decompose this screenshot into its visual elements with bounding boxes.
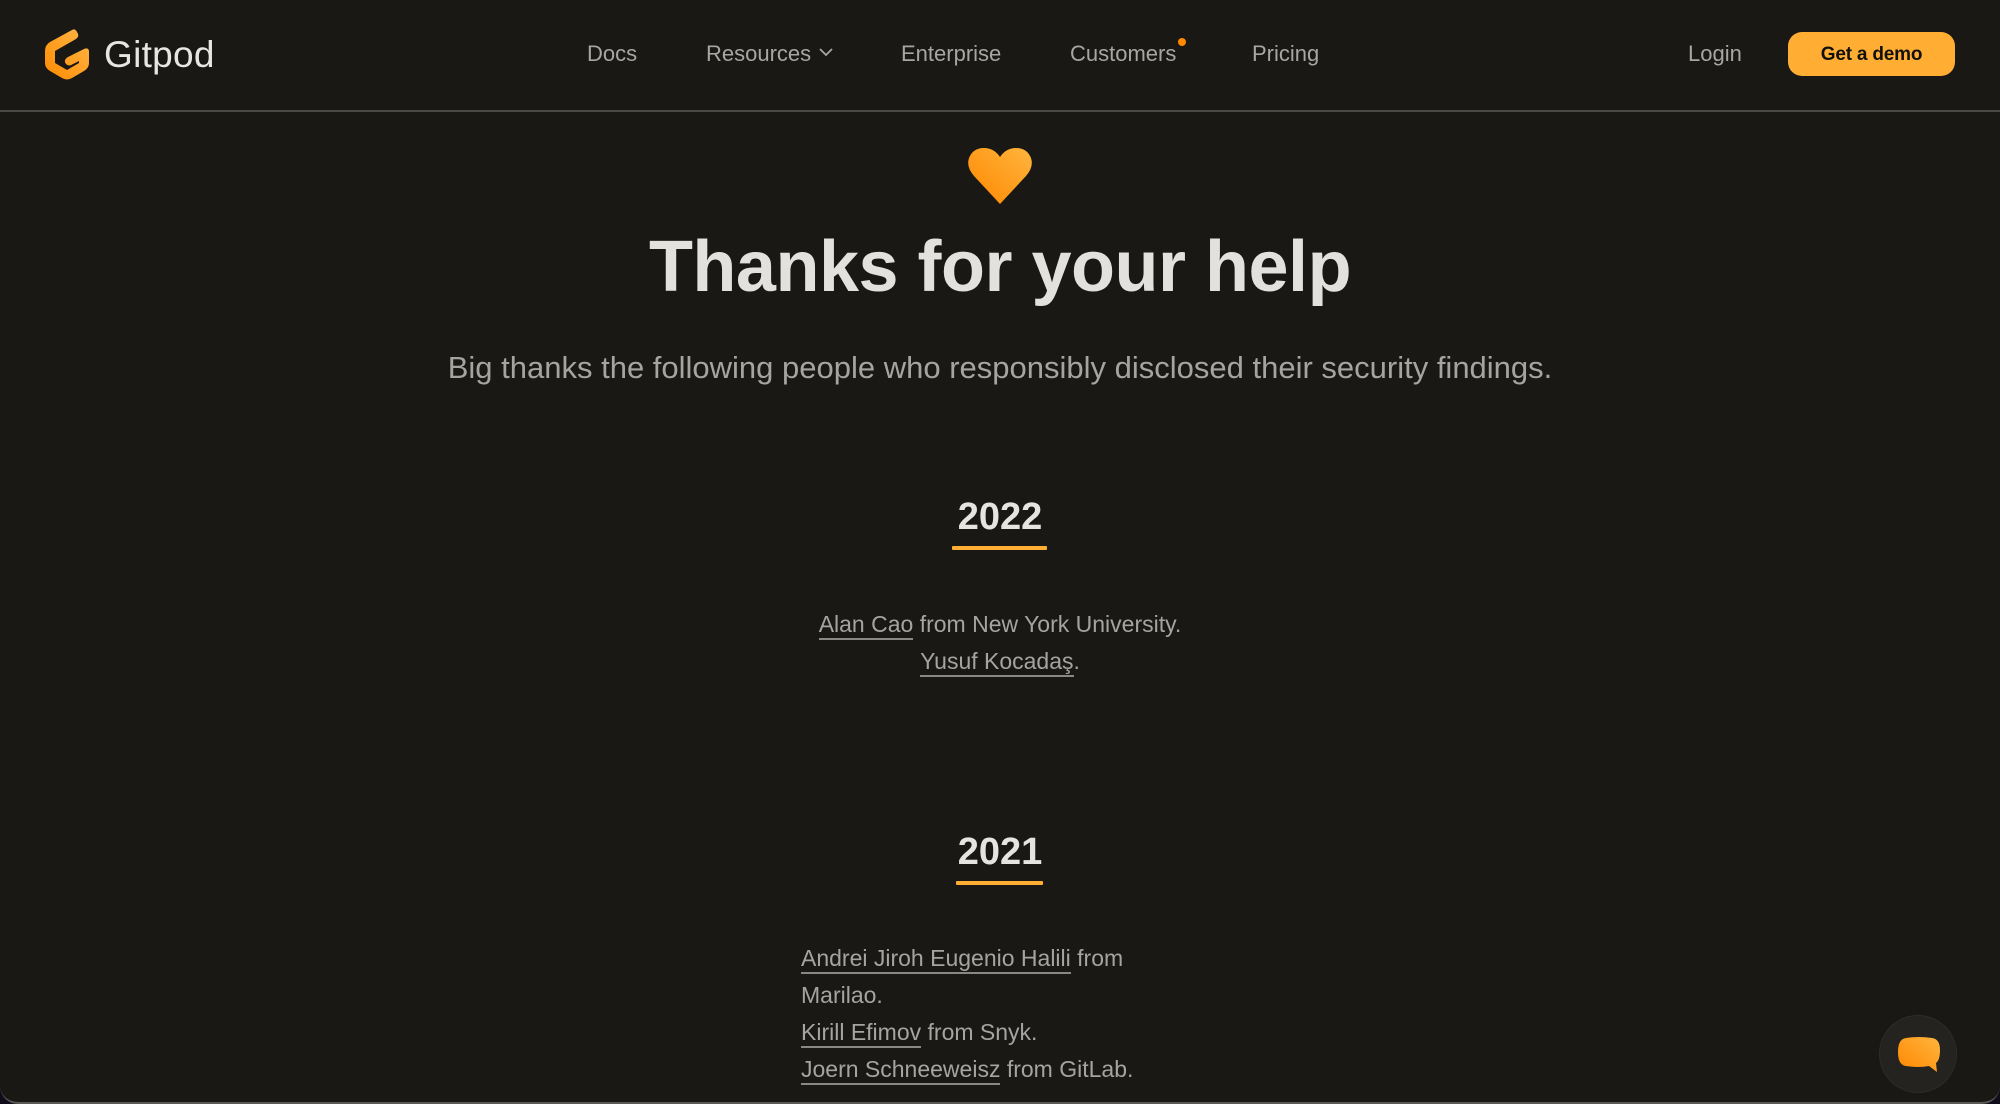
entry-affiliation: from Snyk. — [921, 1019, 1038, 1045]
year-underline — [956, 881, 1043, 885]
entry-affiliation: from New York University. — [913, 611, 1182, 637]
person-link[interactable]: Yusuf Kocadaş — [920, 648, 1074, 677]
get-a-demo-button[interactable]: Get a demo — [1788, 32, 1955, 76]
chat-bubble-icon — [1898, 1037, 1940, 1072]
page-subtitle: Big thanks the following people who resp… — [447, 350, 1553, 385]
entry-affiliation: . — [1073, 648, 1080, 674]
list-item: Alan Cao from New York University. — [0, 606, 2000, 643]
acknowledgement-list: Andrei Jiroh Eugenio Halili from Marilao… — [801, 940, 1201, 1088]
nav-docs[interactable]: Docs — [587, 36, 637, 72]
nav-customers[interactable]: Customers — [1070, 36, 1176, 72]
year-heading: 2021 — [957, 831, 1043, 873]
person-link[interactable]: Joern Schneeweisz — [801, 1056, 1001, 1085]
site-header: Gitpod Docs Resources Enterprise Custome… — [0, 0, 2000, 112]
page-title: Thanks for your help — [648, 227, 1352, 307]
brand-name[interactable]: Gitpod — [104, 30, 215, 80]
nav-resources-label: Resources — [706, 41, 812, 66]
chat-widget-button[interactable] — [1879, 1015, 1957, 1093]
entry-affiliation: from GitLab. — [1000, 1056, 1134, 1082]
list-item: Joern Schneeweisz from GitLab. — [801, 1051, 1201, 1088]
list-item: Kirill Efimov from Snyk. — [801, 1014, 1201, 1051]
year-underline — [952, 546, 1047, 550]
chevron-down-icon — [819, 48, 833, 56]
login-link[interactable]: Login — [1688, 36, 1742, 72]
nav-enterprise[interactable]: Enterprise — [901, 36, 1001, 72]
gitpod-logo-icon[interactable] — [42, 26, 92, 82]
heart-icon — [968, 148, 1032, 204]
browser-viewport: Gitpod Docs Resources Enterprise Custome… — [0, 0, 2000, 1104]
new-indicator-dot — [1178, 38, 1186, 46]
list-item: Yusuf Kocadaş. — [0, 643, 2000, 680]
person-link[interactable]: Alan Cao — [818, 611, 914, 640]
person-link[interactable]: Kirill Efimov — [801, 1019, 922, 1048]
list-item: Andrei Jiroh Eugenio Halili from Marilao… — [801, 940, 1201, 1014]
nav-resources[interactable]: Resources — [706, 36, 833, 72]
acknowledgement-list: Alan Cao from New York University. Yusuf… — [0, 606, 2000, 680]
nav-pricing[interactable]: Pricing — [1252, 36, 1319, 72]
person-link[interactable]: Andrei Jiroh Eugenio Halili — [801, 945, 1071, 974]
year-heading: 2022 — [957, 496, 1043, 538]
